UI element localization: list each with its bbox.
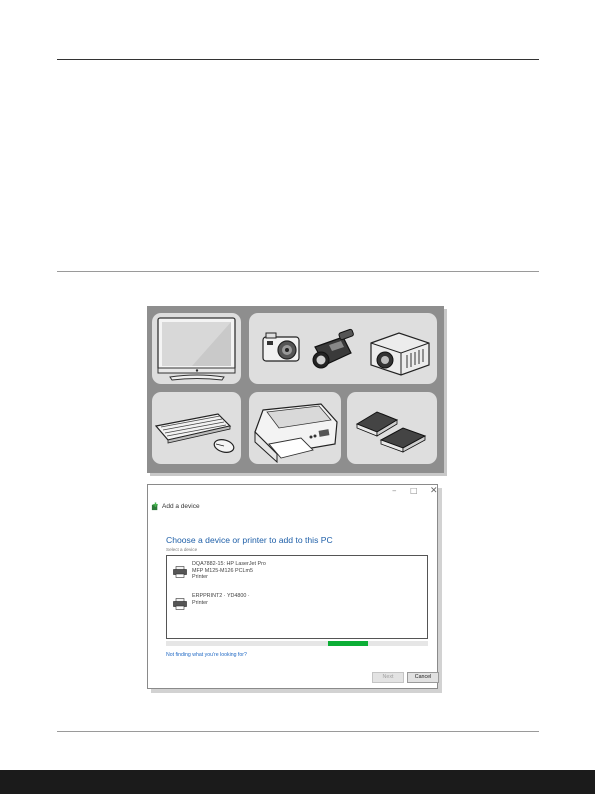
minimize-button[interactable]: – bbox=[392, 486, 397, 496]
monitor-icon bbox=[157, 317, 236, 381]
device-name-line: MFP M125-M126 PCLm5 bbox=[192, 567, 254, 574]
search-progress-bar bbox=[166, 641, 428, 646]
maximize-button[interactable]: □ bbox=[410, 486, 418, 496]
keyboard-icon bbox=[154, 413, 232, 444]
memory-card-icon bbox=[355, 411, 427, 453]
close-button[interactable]: ✕ bbox=[430, 486, 438, 496]
printer-icon bbox=[173, 598, 187, 610]
monitor-tile bbox=[152, 313, 241, 384]
printer-tile bbox=[249, 392, 341, 464]
camcorder-icon bbox=[312, 328, 354, 369]
memory-card-tile bbox=[347, 392, 437, 464]
keyboard-tile bbox=[152, 392, 241, 464]
printer-icon bbox=[173, 566, 187, 578]
section-divider bbox=[57, 271, 539, 272]
device-name-line: ERPPRINT2 · YD4800 · bbox=[192, 593, 250, 599]
cancel-button[interactable]: Cancel bbox=[407, 672, 439, 683]
add-device-dialog: – □ ✕ Add a device Choose a device or pr… bbox=[147, 484, 439, 689]
not-finding-link[interactable]: Not finding what you're looking for? bbox=[166, 652, 247, 658]
device-type: Printer bbox=[192, 599, 208, 606]
progress-indicator bbox=[328, 641, 368, 646]
select-device-label: Select a device bbox=[166, 547, 198, 552]
printer-icon bbox=[254, 403, 338, 464]
device-type: Printer bbox=[192, 574, 208, 581]
dialog-heading: Choose a device or printer to add to thi… bbox=[166, 535, 333, 545]
devices-illustration bbox=[147, 306, 444, 473]
device-name-line: DQA7882-15: HP LaserJet Pro bbox=[192, 561, 266, 567]
camera-icon bbox=[262, 332, 300, 362]
device-list[interactable]: DQA7882-15: HP LaserJet Pro MFP M125-M12… bbox=[166, 555, 428, 639]
device-list-item[interactable]: ERPPRINT2 · YD4800 · Printer bbox=[173, 593, 250, 610]
next-button[interactable]: Next bbox=[372, 672, 404, 683]
footer-bar bbox=[0, 770, 595, 794]
mouse-icon bbox=[213, 439, 235, 453]
bottom-rule bbox=[57, 731, 539, 732]
camera-tile bbox=[249, 313, 437, 384]
device-list-item[interactable]: DQA7882-15: HP LaserJet Pro MFP M125-M12… bbox=[173, 561, 266, 581]
add-device-icon bbox=[151, 501, 158, 510]
dialog-title: Add a device bbox=[162, 502, 200, 510]
dialog-title-bar: Add a device bbox=[151, 500, 200, 512]
top-rule bbox=[57, 59, 539, 60]
projector-icon bbox=[370, 332, 430, 376]
